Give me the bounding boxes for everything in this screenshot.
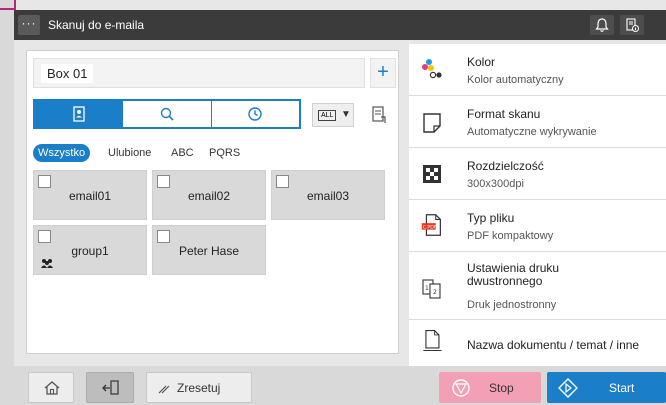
destination-label: Peter Hase — [178, 244, 240, 258]
setting-value: PDF kompaktowy — [467, 230, 554, 242]
start-button[interactable]: Start — [547, 372, 666, 403]
filter-pqrs[interactable]: PQRS — [209, 144, 240, 162]
category-dropdown[interactable]: ALL ▼ — [312, 103, 354, 127]
filter-all[interactable]: Wszystko — [33, 144, 91, 162]
file-type-icon: C.PDF — [421, 214, 441, 236]
view-mode-tabs — [33, 99, 301, 129]
setting-title: Kolor — [467, 55, 496, 69]
destination-tile[interactable]: Peter Hase — [152, 225, 266, 275]
document-name-icon — [423, 330, 442, 352]
setting-value: 300x300dpi — [467, 178, 524, 190]
setting-title: Rozdzielczość — [467, 159, 544, 173]
group-icon — [41, 259, 53, 268]
filter-abc[interactable]: ABC — [171, 144, 194, 162]
setting-color[interactable]: Kolor Kolor automatyczny — [409, 44, 666, 96]
start-icon — [558, 378, 578, 398]
destination-tile[interactable]: email02 — [152, 170, 266, 220]
setting-title: Nazwa dokumentu / temat / inne — [467, 338, 640, 352]
address-book-icon — [73, 106, 85, 122]
resolution-icon — [423, 165, 441, 183]
setting-value: Druk jednostronny — [467, 299, 557, 311]
start-label: Start — [609, 381, 635, 395]
page-title: Skanuj do e-maila — [48, 18, 145, 32]
index-button[interactable] — [365, 103, 393, 127]
destination-label: email03 — [306, 189, 350, 203]
setting-document-name[interactable]: Nazwa dokumentu / temat / inne — [409, 320, 666, 366]
destination-tile[interactable]: email01 — [33, 170, 147, 220]
reset-button[interactable]: Zresetuj — [146, 372, 252, 403]
destination-checkbox[interactable] — [157, 175, 170, 188]
device-status-button[interactable] — [620, 15, 644, 35]
search-icon — [160, 107, 174, 121]
destination-label: group1 — [71, 244, 109, 258]
setting-title: Format skanu — [467, 107, 541, 121]
stop-button[interactable]: Stop — [439, 372, 541, 403]
destination-label: email02 — [187, 189, 231, 203]
setting-value: Automatyczne wykrywanie — [467, 126, 597, 138]
menu-button[interactable]: ··· — [18, 15, 40, 35]
box-value: Box 01 — [41, 64, 94, 83]
color-icon — [422, 59, 442, 79]
file-badge: C.PDF — [423, 225, 437, 231]
destination-checkbox[interactable] — [276, 175, 289, 188]
back-icon — [102, 380, 119, 395]
reset-label: Zresetuj — [177, 381, 221, 395]
setting-file-type[interactable]: C.PDF Typ pliku PDF kompaktowy — [409, 200, 666, 252]
device-info-icon — [626, 18, 639, 32]
left-frame — [0, 0, 14, 405]
setting-duplex[interactable]: 1 2 Ustawienia druku dwustronnego Druk j… — [409, 252, 666, 320]
all-label: ALL — [318, 110, 337, 121]
destination-label: email01 — [68, 189, 112, 203]
svg-text:2: 2 — [433, 289, 437, 296]
home-icon — [44, 381, 60, 395]
clock-icon — [248, 107, 263, 121]
address-book-panel: Box 01 + ALL ▼ Wszystko Ulubione ABC PQR… — [26, 50, 399, 354]
tab-history[interactable] — [210, 101, 299, 127]
setting-scan-size[interactable]: Format skanu Automatyczne wykrywanie — [409, 96, 666, 148]
box-field[interactable]: Box 01 — [33, 58, 365, 88]
chevron-down-icon: ▼ — [341, 109, 351, 120]
setting-value: Kolor automatyczny — [467, 74, 564, 86]
svg-text:1: 1 — [425, 285, 429, 292]
filter-favorites[interactable]: Ulubione — [108, 144, 151, 162]
address-index-icon — [372, 106, 386, 123]
duplex-icon: 1 2 — [422, 279, 441, 299]
home-button[interactable] — [28, 372, 74, 403]
tab-search[interactable] — [122, 101, 210, 127]
stop-icon — [452, 379, 470, 397]
settings-panel: Kolor Kolor automatyczny Format skanu Au… — [409, 44, 666, 366]
tab-address-book[interactable] — [35, 101, 123, 127]
destination-checkbox[interactable] — [38, 230, 51, 243]
notification-button[interactable] — [590, 15, 614, 35]
destination-tile[interactable]: group1 — [33, 225, 147, 275]
destination-checkbox[interactable] — [38, 175, 51, 188]
scan-size-icon — [423, 113, 441, 133]
destination-checkbox[interactable] — [157, 230, 170, 243]
back-button[interactable] — [86, 372, 134, 403]
setting-title: Ustawienia druku dwustronnego — [467, 261, 560, 288]
bell-icon — [595, 18, 609, 32]
destination-tile[interactable]: email03 — [271, 170, 385, 220]
bottom-bar: Zresetuj Stop Start — [14, 366, 666, 405]
reset-icon — [158, 385, 170, 394]
setting-title: Typ pliku — [467, 211, 515, 225]
setting-resolution[interactable]: Rozdzielczość 300x300dpi — [409, 148, 666, 200]
add-destination-button[interactable]: + — [370, 58, 396, 88]
top-bar: ··· Skanuj do e-maila — [14, 10, 666, 40]
stop-label: Stop — [489, 381, 514, 395]
